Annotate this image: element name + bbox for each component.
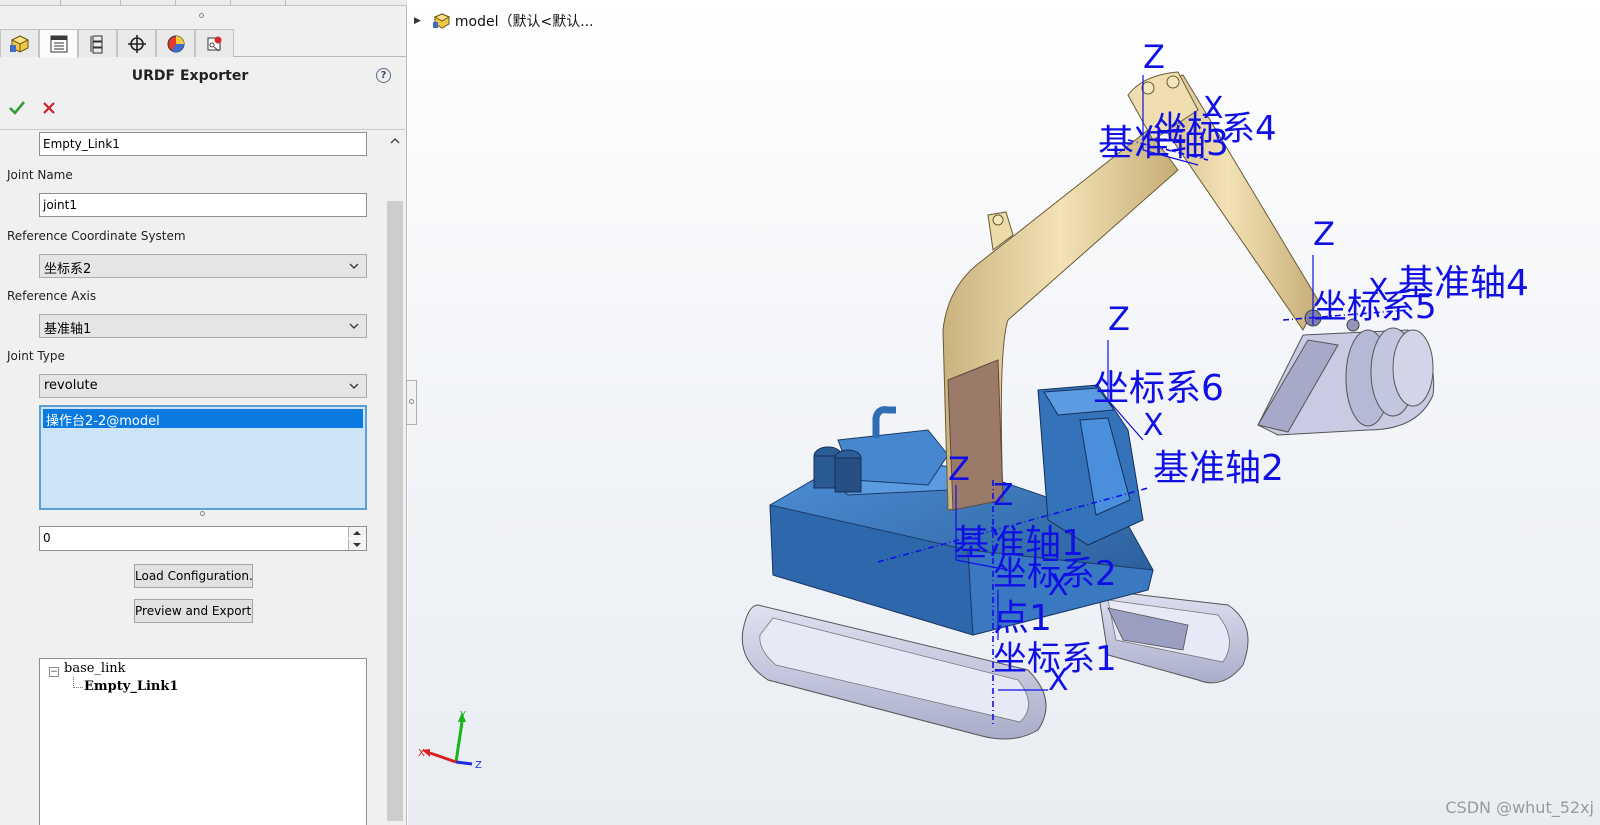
display-pie-icon [167,35,184,52]
tab-configuration-manager[interactable] [78,29,117,57]
panel-scrollbar[interactable] [385,131,405,825]
tab-addin[interactable] [195,29,234,57]
chevron-down-icon [349,323,359,329]
components-listbox[interactable]: 操作台2-2@model [39,405,367,510]
arrow-down-icon [353,543,361,547]
cancel-x-icon[interactable] [40,99,58,117]
triad-x-label: X [418,748,425,759]
component-list-item[interactable]: 操作台2-2@model [43,409,363,429]
reference-coordinate-value: 坐标系2 [44,262,92,277]
arrow-up-icon [353,531,361,535]
solidworks-window: URDF Exporter ? Empty_Link1 Joint Name j… [0,0,1600,825]
tab-dimxpert-manager[interactable] [117,29,156,57]
chevron-down-icon [349,263,359,269]
joint-type-value: revolute [44,378,98,393]
label-z: Z [948,450,970,488]
excavator-model-3d[interactable]: Z 基准轴3 坐标系4 X Z 基准轴4 坐标系5 X Z 坐标系6 X 基准轴… [408,0,1600,825]
label-x: X [1368,273,1389,308]
tab-feature-manager[interactable] [0,29,39,57]
triad-z-label: Z [475,760,482,771]
watermark: CSDN @whut_52xj [1445,798,1594,817]
panel-collapse-handle[interactable] [406,380,417,425]
annotation-labels: Z 基准轴3 坐标系4 X Z 基准轴4 坐标系5 X Z 坐标系6 X 基准轴… [948,38,1529,698]
collapse-toggle[interactable]: − [49,667,59,677]
view-orientation-triad: Y X Z [418,710,482,771]
reference-coordinate-select[interactable]: 坐标系2 [39,254,367,278]
joint-type-label: Joint Type [7,349,65,363]
joint-name-label: Joint Name [7,168,73,182]
ok-check-icon[interactable] [8,99,26,117]
label-z: Z [1108,300,1130,338]
link-tree: − base_link Empty_Link1 [39,658,367,825]
spin-down-button[interactable] [348,539,366,550]
numeric-spinner[interactable]: 0 [39,526,367,551]
label-x: X [1048,663,1069,698]
preview-export-button[interactable]: Preview and Export.. [134,599,253,623]
property-manager-panel: URDF Exporter ? Empty_Link1 Joint Name j… [0,0,407,825]
reference-axis-label: Reference Axis [7,289,97,303]
label-coord6: 坐标系6 [1093,368,1224,409]
graphics-viewport[interactable]: ▶ model（默认<默认... Z 基准轴3 坐标系4 X Z 基准轴4 坐标… [408,0,1600,825]
splitter-grip[interactable] [199,13,204,18]
label-z: Z [993,478,1014,513]
panel-title: URDF Exporter [131,68,249,84]
divider [0,129,405,130]
part-icon [9,34,29,53]
numeric-value: 0 [43,531,51,545]
label-z: Z [1143,38,1165,76]
label-point1: 点1 [993,598,1052,639]
tree-node-base-link[interactable]: base_link [64,661,126,676]
joint-type-select[interactable]: revolute [39,374,367,398]
property-list-icon [50,35,67,53]
label-z: Z [1313,215,1335,253]
joint-name-field[interactable]: joint1 [39,193,367,217]
triad-y-label: Y [459,710,467,721]
tab-property-manager[interactable] [39,29,78,58]
scrollbar-thumb[interactable] [387,201,403,821]
label-x: X [1203,91,1224,126]
reference-axis-select[interactable]: 基准轴1 [39,314,367,338]
toolbar-strip [0,0,407,6]
manager-tabs [0,29,407,58]
addin-icon [207,36,221,51]
tree-node-empty-link1[interactable]: Empty_Link1 [84,679,178,694]
chevron-down-icon [349,383,359,389]
load-configuration-button[interactable]: Load Configuration.. [134,564,253,588]
configuration-icon [90,35,102,53]
help-icon[interactable]: ? [376,68,391,83]
reference-axis-value: 基准轴1 [44,322,92,337]
scroll-up-icon[interactable] [388,135,402,147]
crosshair-icon [127,34,146,53]
spin-up-button[interactable] [348,527,366,538]
link-name-field[interactable]: Empty_Link1 [39,132,367,156]
reference-coordinate-label: Reference Coordinate System [7,229,186,243]
tab-display-manager[interactable] [156,29,195,57]
label-axis2: 基准轴2 [1153,448,1284,489]
listbox-resize-grip[interactable] [200,511,205,516]
label-x: X [1143,408,1164,443]
